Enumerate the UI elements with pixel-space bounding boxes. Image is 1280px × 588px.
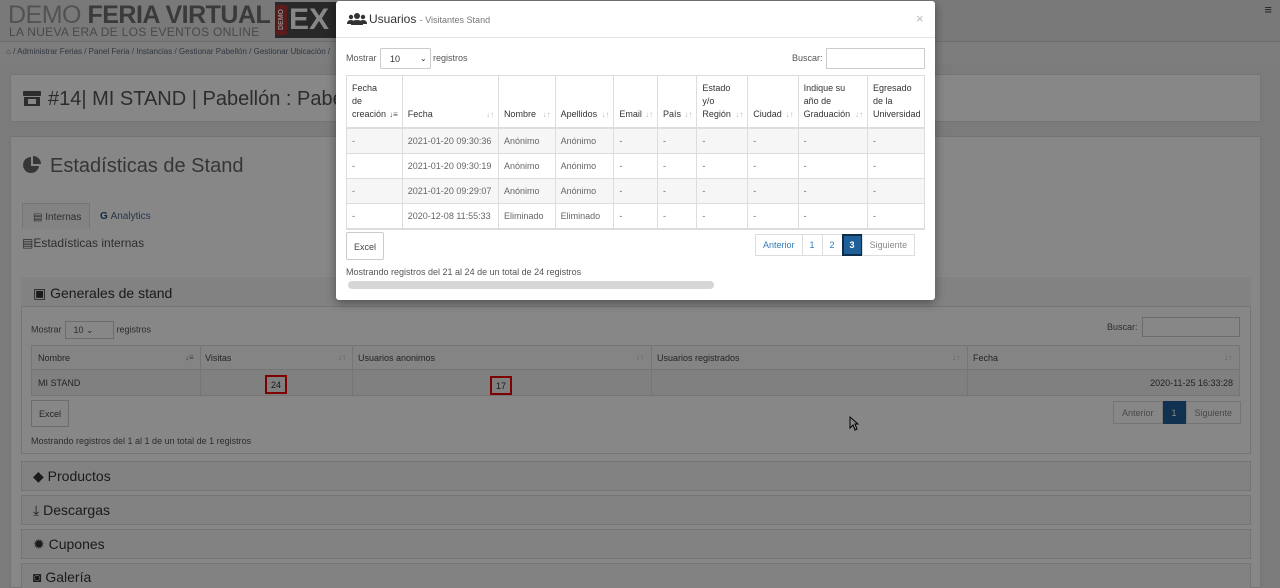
- table-cell: -: [798, 128, 869, 154]
- sort-icon: ↓↑: [684, 110, 693, 119]
- sort-icon: ↓↑: [735, 110, 744, 119]
- col-anio-graduacion[interactable]: Indique su año de Graduación ↓↑: [798, 76, 869, 129]
- table-cell: -: [867, 178, 925, 204]
- pager-page-1[interactable]: 1: [801, 234, 823, 256]
- table-row: -2020-12-08 11:55:33 Eliminado Eliminado - -…: [347, 203, 925, 229]
- table-cell: Anónimo: [555, 128, 615, 154]
- table-row: -2021-01-20 09:30:19 Anónimo Anónimo - - - - - -: [347, 153, 925, 179]
- modal-search-input[interactable]: [826, 48, 925, 69]
- table-cell: Anónimo: [555, 153, 615, 179]
- sort-icon: ↓≡: [389, 110, 398, 119]
- table-cell: -: [696, 128, 749, 154]
- sort-icon: ↓↑: [542, 110, 551, 119]
- table-cell: -: [613, 128, 658, 154]
- table-cell: -: [347, 153, 403, 179]
- modal-show-label: Mostrar: [346, 53, 377, 63]
- table-cell: Eliminado: [555, 203, 615, 229]
- pager-page-2[interactable]: 2: [821, 234, 843, 256]
- table-cell: -: [347, 128, 403, 154]
- table-cell: -: [613, 153, 658, 179]
- table-cell: -: [613, 203, 658, 229]
- table-cell: Anónimo: [498, 178, 556, 204]
- col-fecha-creacion[interactable]: Fecha de creación ↓≡: [347, 76, 403, 129]
- table-cell: -: [798, 178, 869, 204]
- table-cell: -: [696, 178, 749, 204]
- modal-subtitle: - Visitantes Stand: [419, 15, 491, 25]
- table-cell: Anónimo: [555, 178, 615, 204]
- usuarios-modal: Usuarios - Visitantes Stand × Mostrar 10…: [336, 1, 935, 300]
- table-cell: Anónimo: [498, 128, 556, 154]
- sort-icon: ↓↑: [485, 110, 494, 119]
- sort-icon: ↓↑: [601, 110, 610, 119]
- sort-icon: ↓↑: [855, 110, 864, 119]
- table-cell: 2020-12-08 11:55:33: [402, 203, 499, 229]
- col-nombre[interactable]: Nombre ↓↑: [498, 76, 556, 129]
- visitors-table: Fecha de creación ↓≡ Fecha ↓↑ Nombre ↓↑ Ape…: [347, 76, 925, 229]
- table-cell: -: [747, 153, 799, 179]
- col-pais[interactable]: País ↓↑: [657, 76, 698, 129]
- chevron-down-icon[interactable]: ⌄: [420, 54, 427, 63]
- modal-show-after: registros: [433, 53, 468, 63]
- modal-search-label: Buscar:: [792, 53, 823, 63]
- sort-icon: ↓↑: [644, 110, 653, 119]
- table-row: -2021-01-20 09:29:07 Anónimo Anónimo - - - - - -: [347, 178, 925, 204]
- close-icon[interactable]: ×: [916, 11, 924, 26]
- table-row: -2021-01-20 09:30:36 Anónimo Anónimo - - - - - -: [347, 128, 925, 154]
- pager-page-3[interactable]: 3: [841, 234, 863, 256]
- table-cell: -: [747, 128, 799, 154]
- table-cell: -: [613, 178, 658, 204]
- col-egresado[interactable]: Egresado de la Universidad: [867, 76, 925, 129]
- visitors-table-scroll[interactable]: Fecha de creación ↓≡ Fecha ↓↑ Nombre ↓↑ Ape…: [346, 75, 925, 230]
- col-apellidos[interactable]: Apellidos ↓↑: [555, 76, 615, 129]
- col-estado-region[interactable]: Estado y/o Región ↓↑: [696, 76, 749, 129]
- users-icon: [347, 13, 367, 25]
- table-cell: -: [657, 153, 698, 179]
- table-cell: -: [867, 203, 925, 229]
- horizontal-scrollbar[interactable]: [348, 281, 714, 289]
- table-cell: -: [747, 203, 799, 229]
- modal-header: Usuarios - Visitantes Stand ×: [336, 1, 935, 38]
- modal-title: Usuarios - Visitantes Stand: [369, 12, 491, 26]
- table-cell: -: [657, 203, 698, 229]
- table-cell: -: [798, 153, 869, 179]
- table-cell: -: [696, 153, 749, 179]
- table-cell: -: [657, 128, 698, 154]
- sort-icon: ↓↑: [785, 110, 794, 119]
- modal-pagination: Anterior 1 2 3 Siguiente: [755, 234, 916, 256]
- table-cell: 2021-01-20 09:30:19: [402, 153, 499, 179]
- table-cell: Anónimo: [498, 153, 556, 179]
- col-ciudad[interactable]: Ciudad ↓↑: [747, 76, 799, 129]
- table-cell: -: [747, 178, 799, 204]
- modal-table-info: Mostrando registros del 21 al 24 de un t…: [346, 267, 582, 277]
- table-cell: 2021-01-20 09:30:36: [402, 128, 499, 154]
- table-header-row: Fecha de creación ↓≡ Fecha ↓↑ Nombre ↓↑ Ape…: [347, 76, 925, 129]
- table-cell: -: [867, 153, 925, 179]
- table-cell: -: [867, 128, 925, 154]
- table-cell: -: [347, 203, 403, 229]
- table-cell: 2021-01-20 09:29:07: [402, 178, 499, 204]
- col-fecha[interactable]: Fecha ↓↑: [402, 76, 499, 129]
- table-cell: -: [657, 178, 698, 204]
- table-cell: -: [696, 203, 749, 229]
- col-email[interactable]: Email ↓↑: [613, 76, 658, 129]
- modal-excel-button[interactable]: Excel: [346, 232, 384, 260]
- table-cell: -: [347, 178, 403, 204]
- table-cell: Eliminado: [498, 203, 556, 229]
- pager-next[interactable]: Siguiente: [861, 234, 916, 256]
- pager-prev[interactable]: Anterior: [755, 234, 803, 256]
- table-cell: -: [798, 203, 869, 229]
